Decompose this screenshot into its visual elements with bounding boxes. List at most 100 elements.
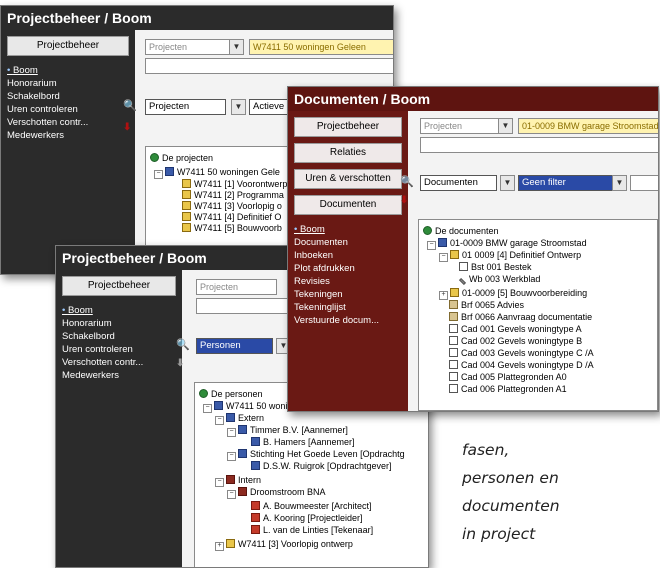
chevron-down-icon[interactable]: ▼ — [231, 99, 246, 115]
collapse-icon[interactable]: − — [227, 452, 236, 461]
collapse-icon[interactable]: − — [154, 170, 163, 179]
nav-item-boom[interactable]: Boom — [62, 304, 182, 317]
collapse-icon[interactable]: − — [203, 404, 212, 413]
tree-node[interactable]: Bst 001 Bestek — [459, 262, 532, 273]
nav-item-boom[interactable]: Boom — [294, 223, 408, 236]
nav-item-verschotten[interactable]: Verschotten contr... — [7, 116, 135, 129]
collapse-icon[interactable]: − — [215, 478, 224, 487]
tree-node[interactable]: B. Hamers [Aannemer] — [251, 437, 355, 448]
project-field[interactable]: 01-0009 BMW garage Stroomstad — [518, 118, 658, 134]
nav-item-medewerkers[interactable]: Medewerkers — [7, 129, 135, 142]
tree-node[interactable]: Brf 0065 Advies — [449, 300, 524, 311]
tree-node[interactable]: L. van de Linties [Tekenaar] — [251, 525, 373, 536]
sidebar-header-relaties[interactable]: Relaties — [294, 143, 402, 163]
collapse-icon[interactable]: − — [439, 253, 448, 262]
collapse-icon[interactable]: − — [215, 416, 224, 425]
collapse-icon[interactable]: − — [227, 428, 236, 437]
nav-item-plot-afdrukken[interactable]: Plot afdrukken — [294, 262, 408, 275]
nav-item-verschotten[interactable]: Verschotten contr... — [62, 356, 182, 369]
add-icon[interactable]: ⬇ — [176, 358, 184, 369]
nav-item-boom[interactable]: Boom — [7, 64, 135, 77]
tree-node[interactable]: − 01 0009 [4] Definitief Ontwerp — [439, 250, 581, 262]
tree-node[interactable]: Cad 006 Plattegronden A1 — [449, 384, 567, 395]
nav-item-schakelbord[interactable]: Schakelbord — [7, 90, 135, 103]
project-type-select[interactable]: Projecten — [196, 279, 277, 295]
add-icon[interactable]: ⬇ — [123, 122, 131, 133]
nav-item-inboeken[interactable]: Inboeken — [294, 249, 408, 262]
search-input[interactable] — [196, 298, 291, 314]
tree-node[interactable]: − Extern — [215, 413, 264, 425]
nav-item-uren-controleren[interactable]: Uren controleren — [62, 343, 182, 356]
tree-node[interactable]: W7411 [2] Programma — [182, 190, 284, 201]
nav-item-honorarium[interactable]: Honorarium — [62, 317, 182, 330]
tree-label: W7411 [1] Voorontwerp — [194, 179, 288, 189]
chevron-down-icon[interactable]: ▼ — [229, 39, 244, 55]
tree-node[interactable]: +01-0009 [5] Bouwvoorbereiding — [439, 288, 587, 300]
sidebar-header-uren[interactable]: Uren & verschotten — [294, 169, 402, 189]
tree-node[interactable]: A. Bouwmeester [Architect] — [251, 501, 372, 512]
tree-root[interactable]: De personen — [199, 389, 263, 400]
filter-status-select[interactable]: Geen filter — [518, 175, 613, 191]
tree-root[interactable]: De projecten — [150, 153, 213, 164]
nav-item-medewerkers[interactable]: Medewerkers — [62, 369, 182, 382]
document-icon — [459, 262, 468, 271]
tree-node[interactable]: − Stichting Het Goede Leven [Opdrachtg — [227, 449, 405, 461]
chevron-down-icon[interactable]: ▼ — [498, 118, 513, 134]
tree-node[interactable]: Cad 003 Gevels woningtype C /A — [449, 348, 594, 359]
collapse-icon[interactable]: − — [227, 490, 236, 499]
tree-node[interactable]: − 01-0009 BMW garage Stroomstad — [427, 238, 587, 250]
nav-item-documenten[interactable]: Documenten — [294, 236, 408, 249]
project-type-select[interactable]: Projecten — [420, 118, 499, 134]
filter-input[interactable] — [630, 175, 658, 191]
tree-node[interactable]: D.S.W. Ruigrok [Opdrachtgever] — [251, 461, 392, 472]
nav-item-verstuurde[interactable]: Verstuurde docum... — [294, 314, 408, 327]
tree-node[interactable]: − W7411 50 woningen Gele — [154, 167, 280, 179]
sidebar-header-projectbeheer[interactable]: Projectbeheer — [294, 117, 402, 137]
binoculars-icon[interactable]: 🔍 — [123, 99, 137, 112]
sidebar-header-documenten[interactable]: Documenten — [294, 195, 402, 215]
chevron-down-icon[interactable]: ▼ — [612, 175, 627, 191]
binoculars-icon[interactable]: 🔍 — [400, 175, 414, 188]
tree-root[interactable]: De documenten — [423, 226, 499, 237]
documenten-window: Documenten / Boom Projectbeheer Relaties… — [287, 86, 659, 412]
tree-node[interactable]: − Intern — [215, 475, 261, 487]
nav-item-uren-controleren[interactable]: Uren controleren — [7, 103, 135, 116]
tree-label: Brf 0066 Aanvraag documentatie — [461, 312, 593, 322]
nav-item-tekeningen[interactable]: Tekeningen — [294, 288, 408, 301]
tree-node[interactable]: Cad 001 Gevels woningtype A — [449, 324, 582, 335]
tree-node[interactable]: Cad 004 Gevels woningtype D /A — [449, 360, 594, 371]
tree-node[interactable]: Brf 0066 Aanvraag documentatie — [449, 312, 592, 323]
collapse-icon[interactable]: − — [427, 241, 436, 250]
tree-node[interactable]: W7411 [4] Definitief O — [182, 212, 281, 223]
tree-node[interactable]: Cad 005 Plattegronden A0 — [449, 372, 567, 383]
tree-node[interactable]: Cad 002 Gevels woningtype B — [449, 336, 582, 347]
sidebar-header-projectbeheer[interactable]: Projectbeheer — [62, 276, 176, 296]
sidebar-header-projectbeheer[interactable]: Projectbeheer — [7, 36, 129, 56]
tree-node[interactable]: A. Kooring [Projectleider] — [251, 513, 363, 524]
folder-icon — [182, 190, 191, 199]
chevron-down-icon[interactable]: ▼ — [500, 175, 515, 191]
project-type-select[interactable]: Projecten — [145, 39, 230, 55]
search-input[interactable] — [145, 58, 393, 74]
add-icon[interactable]: ⬇ — [400, 195, 408, 206]
tree-node[interactable]: W7411 [3] Voorlopig o — [182, 201, 282, 212]
nav-item-schakelbord[interactable]: Schakelbord — [62, 330, 182, 343]
tree-node[interactable]: W7411 [1] Voorontwerp — [182, 179, 287, 190]
tree-node[interactable]: W7411 [5] Bouwvoorb — [182, 223, 282, 234]
expand-icon[interactable]: + — [215, 542, 224, 551]
tree-node[interactable]: − Droomstroom BNA — [227, 487, 326, 499]
tree-node[interactable]: − Timmer B.V. [Aannemer] — [227, 425, 348, 437]
expand-icon[interactable]: + — [439, 291, 448, 300]
nav-item-revisies[interactable]: Revisies — [294, 275, 408, 288]
filter-type-select[interactable]: Documenten — [420, 175, 497, 191]
nav-item-honorarium[interactable]: Honorarium — [7, 77, 135, 90]
tree-node[interactable]: + W7411 [3] Voorlopig ontwerp — [215, 539, 353, 551]
search-input[interactable] — [420, 137, 658, 153]
project-field[interactable]: W7411 50 woningen Geleen — [249, 39, 393, 55]
filter-type-select[interactable]: Projecten — [145, 99, 226, 115]
tree-node[interactable]: Wb 003 Werkblad — [458, 274, 540, 286]
tree-label: W7411 [5] Bouwvoorb — [194, 223, 282, 233]
binoculars-icon[interactable]: 🔍 — [176, 338, 190, 351]
nav-item-tekeninglijst[interactable]: Tekeninglijst — [294, 301, 408, 314]
filter-type-select[interactable]: Personen — [196, 338, 273, 354]
